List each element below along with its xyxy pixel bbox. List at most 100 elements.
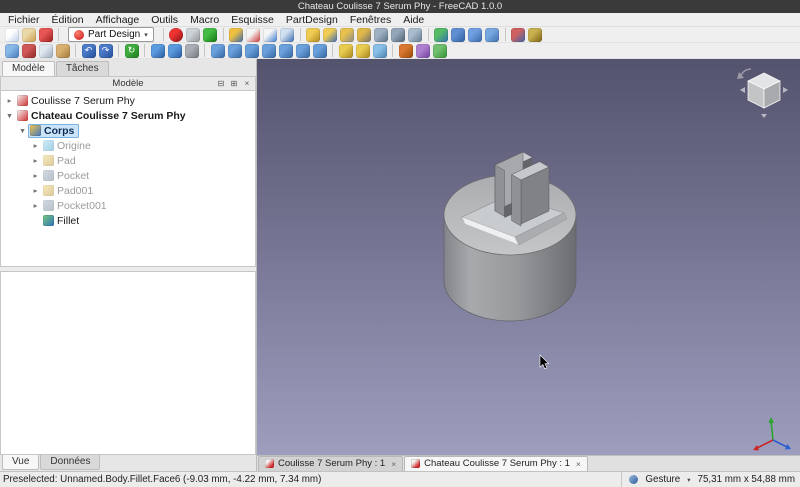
navigation-cube[interactable] — [737, 69, 788, 118]
revolution-icon[interactable] — [323, 28, 337, 42]
tree-item-corps[interactable]: ▾Corps — [1, 123, 255, 138]
refresh-document-icon[interactable] — [5, 44, 19, 58]
tree-expand-arrow[interactable]: ▸ — [4, 96, 15, 105]
additive-pipe-icon[interactable] — [357, 28, 371, 42]
external-geometry-icon[interactable] — [528, 28, 542, 42]
close-icon[interactable]: × — [576, 459, 581, 469]
fit-selection-icon[interactable] — [168, 44, 182, 58]
document-tab-coulisse-7-serum-phy-1[interactable]: Coulisse 7 Serum Phy : 1× — [258, 456, 403, 471]
tree-item-coulisse-7-serum-phy[interactable]: ▸Coulisse 7 Serum Phy — [1, 93, 255, 108]
tree-item-pad[interactable]: ▸Pad — [1, 153, 255, 168]
tree-expand-arrow[interactable]: ▸ — [30, 156, 41, 165]
axis-cross-indicator — [753, 417, 791, 451]
macro-execute-icon[interactable] — [203, 28, 217, 42]
menu-item-fenetres[interactable]: Fenêtres — [344, 14, 397, 26]
fillet-icon[interactable] — [434, 28, 448, 42]
tree-expand-arrow[interactable]: ▾ — [17, 126, 28, 135]
tree-expand-arrow[interactable]: ▾ — [4, 111, 15, 120]
model-boss[interactable] — [495, 152, 549, 226]
navigation-style-selector[interactable]: Gesture — [645, 474, 680, 485]
window-title: Chateau Coulisse 7 Serum Phy - FreeCAD 1… — [298, 1, 502, 12]
menu-item-aide[interactable]: Aide — [397, 14, 430, 26]
tab-vue[interactable]: Vue — [2, 455, 39, 470]
title-bar: Chateau Coulisse 7 Serum Phy - FreeCAD 1… — [0, 0, 800, 13]
additive-loft-icon[interactable] — [340, 28, 354, 42]
view-rear-icon[interactable] — [279, 44, 293, 58]
menu-item-affichage[interactable]: Affichage — [90, 14, 146, 26]
tree-expand-arrow[interactable]: ▸ — [30, 186, 41, 195]
menubar: FichierÉditionAffichageOutilsMacroEsquis… — [0, 13, 800, 27]
tree-expand-arrow[interactable]: ▸ — [30, 201, 41, 210]
tab-taches[interactable]: Tâches — [56, 61, 109, 76]
edit-paste-icon[interactable] — [56, 44, 70, 58]
freecad-document-icon — [265, 459, 274, 468]
toolbar-separator — [428, 28, 429, 41]
edit-copy-icon[interactable] — [39, 44, 53, 58]
menu-item-partdesign[interactable]: PartDesign — [280, 14, 344, 26]
menu-item-fichier[interactable]: Fichier — [2, 14, 46, 26]
float-button[interactable]: ⊞ — [229, 79, 239, 88]
tab-modele[interactable]: Modèle — [2, 61, 55, 76]
create-body-icon[interactable] — [229, 28, 243, 42]
create-sketch-icon[interactable] — [246, 28, 260, 42]
measure-linear-icon[interactable] — [339, 44, 353, 58]
view-right-icon[interactable] — [262, 44, 276, 58]
groove-icon[interactable] — [408, 28, 422, 42]
macro-record-icon[interactable] — [169, 28, 183, 42]
file-save-icon[interactable] — [39, 28, 53, 42]
close-panel-button[interactable]: × — [242, 79, 252, 88]
refresh-icon[interactable]: ↻ — [125, 44, 139, 58]
view-front-icon[interactable] — [228, 44, 242, 58]
hole-icon[interactable] — [391, 28, 405, 42]
menu-item-edition[interactable]: Édition — [46, 14, 90, 26]
tab-donnees[interactable]: Données — [40, 455, 100, 470]
undo-icon[interactable]: ↶ — [82, 44, 96, 58]
pad-icon[interactable] — [306, 28, 320, 42]
viewport-dimensions[interactable]: 75,31 mm x 54,88 mm — [698, 474, 795, 485]
macro-stop-icon[interactable] — [186, 28, 200, 42]
menu-item-esquisse[interactable]: Esquisse — [225, 14, 280, 26]
measure-angular-icon[interactable] — [356, 44, 370, 58]
boolean-operation-icon[interactable] — [511, 28, 525, 42]
tree-item-pocket[interactable]: ▸Pocket — [1, 168, 255, 183]
view-isometric-icon[interactable] — [211, 44, 225, 58]
viewport-column: Coulisse 7 Serum Phy : 1×Chateau Couliss… — [257, 59, 800, 471]
close-icon[interactable]: × — [391, 459, 396, 469]
map-sketch-icon[interactable] — [280, 28, 294, 42]
tree-item-chateau-coulisse-7-serum-phy[interactable]: ▾Chateau Coulisse 7 Serum Phy — [1, 108, 255, 123]
edit-cut-icon[interactable] — [22, 44, 36, 58]
file-new-icon[interactable] — [5, 28, 19, 42]
tree-item-pad001[interactable]: ▸Pad001 — [1, 183, 255, 198]
fit-all-icon[interactable] — [151, 44, 165, 58]
draft-icon[interactable] — [468, 28, 482, 42]
tree-expand-arrow[interactable]: ▸ — [30, 171, 41, 180]
tree-item-pocket001[interactable]: ▸Pocket001 — [1, 198, 255, 213]
tree-item-content: Pocket001 — [41, 199, 112, 213]
left-bottom-tabs: VueDonnées — [0, 455, 256, 471]
clipping-plane-icon[interactable] — [373, 44, 387, 58]
tree-item-content: Corps — [28, 124, 79, 138]
toolbar-row1-group-b — [159, 28, 544, 42]
pocket-icon[interactable] — [374, 28, 388, 42]
chamfer-icon[interactable] — [451, 28, 465, 42]
edit-sketch-icon[interactable] — [263, 28, 277, 42]
viewport[interactable] — [257, 59, 800, 455]
appearance-icon[interactable] — [416, 44, 430, 58]
view-top-icon[interactable] — [245, 44, 259, 58]
tree-item-fillet[interactable]: Fillet — [1, 213, 255, 228]
tree-expand-arrow[interactable]: ▸ — [30, 141, 41, 150]
workbench-selector[interactable]: Part Design ▾ — [68, 27, 154, 42]
document-tab-chateau-coulisse-7-serum-phy-1[interactable]: Chateau Coulisse 7 Serum Phy : 1× — [404, 456, 588, 471]
mirrored-icon[interactable] — [485, 28, 499, 42]
dock-button[interactable]: ⊟ — [216, 79, 226, 88]
tree-item-origine[interactable]: ▸Origine — [1, 138, 255, 153]
file-open-icon[interactable] — [22, 28, 36, 42]
view-bottom-icon[interactable] — [296, 44, 310, 58]
random-color-icon[interactable] — [433, 44, 447, 58]
draw-style-icon[interactable] — [185, 44, 199, 58]
menu-item-macro[interactable]: Macro — [184, 14, 225, 26]
redo-icon[interactable]: ↷ — [99, 44, 113, 58]
menu-item-outils[interactable]: Outils — [145, 14, 184, 26]
part-tools-icon[interactable] — [399, 44, 413, 58]
view-left-icon[interactable] — [313, 44, 327, 58]
